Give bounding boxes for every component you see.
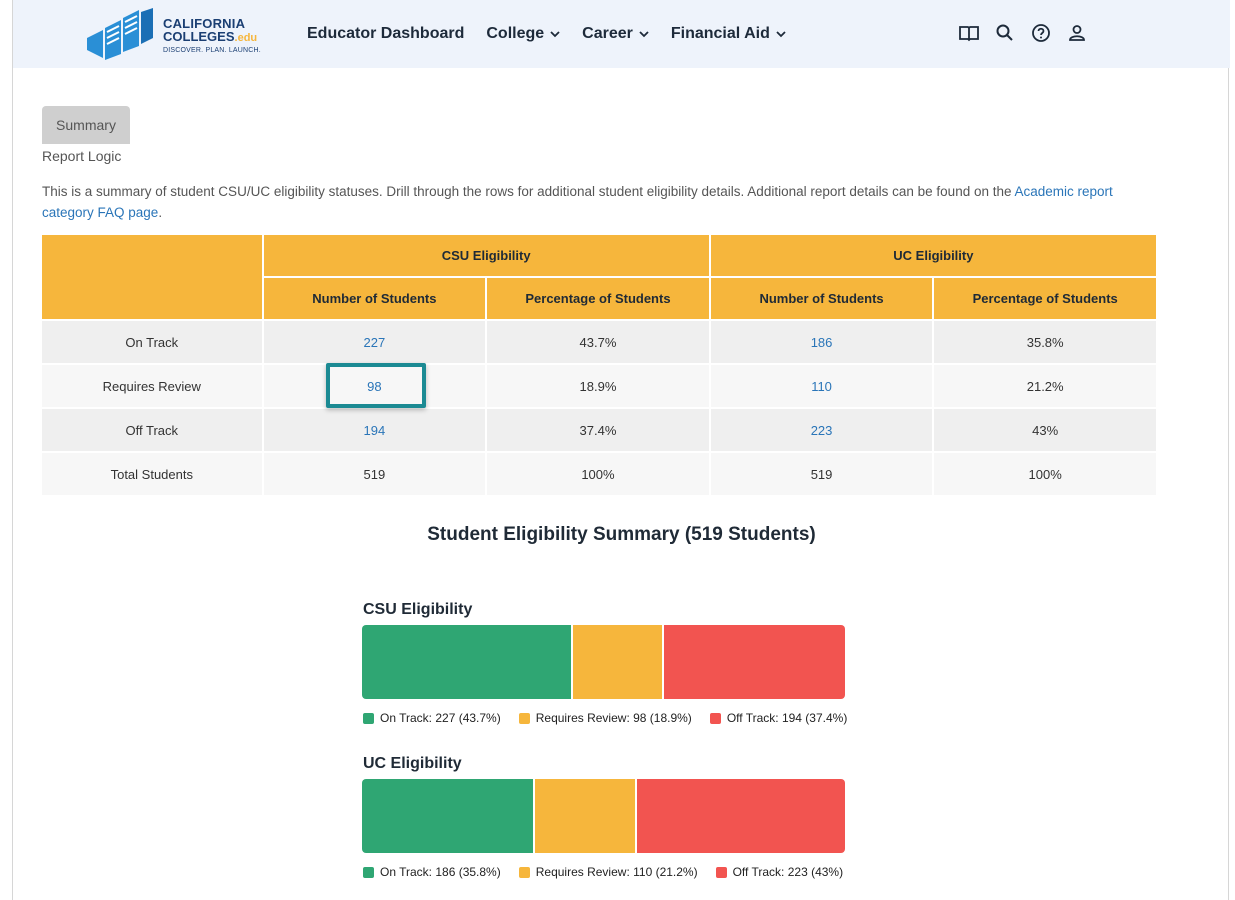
description-text: This is a summary of student CSU/UC elig… [42, 184, 1015, 199]
chevron-down-icon [639, 31, 649, 38]
nav-career[interactable]: Career [582, 25, 649, 43]
requires-review-swatch [518, 712, 530, 724]
header-csu-percentage: Percentage of Students [485, 276, 711, 321]
search-icon[interactable] [994, 22, 1016, 44]
legend-label: On Track: 227 (43.7%) [380, 711, 501, 725]
uc-count-link[interactable]: 223 [708, 407, 935, 453]
header-icons [958, 22, 1102, 44]
csu-count-link[interactable]: 98 [261, 363, 488, 409]
csu-count-link[interactable]: 227 [261, 319, 488, 365]
legend-label: Requires Review: 110 (21.2%) [535, 865, 698, 879]
uc-chart-title: UC Eligibility [363, 755, 462, 772]
table-row[interactable]: On Track 227 43.7% 186 35.8% [40, 319, 1158, 365]
table-row-total: Total Students 519 100% 519 100% [40, 451, 1158, 497]
table-row[interactable]: Off Track 194 37.4% 223 43% [40, 407, 1158, 453]
logo-mark-icon [87, 8, 153, 60]
uc-percentage: 43% [932, 407, 1158, 453]
csu-chart-title: CSU Eligibility [363, 601, 473, 618]
csu-total-count: 519 [261, 451, 488, 497]
csu-percentage: 43.7% [485, 319, 711, 365]
legend-label: Requires Review: 98 (18.9%) [535, 711, 692, 725]
on-track-swatch [363, 712, 374, 724]
legend-label: Off Track: 223 (43%) [732, 865, 844, 879]
logo-text: CALIFORNIA COLLEGES.edu DISCOVER. PLAN. … [163, 17, 261, 54]
legend-item-on-track: On Track: 227 (43.7%) [363, 711, 501, 725]
chart-title: Student Eligibility Summary (519 Student… [427, 524, 816, 545]
requires-review-swatch [518, 866, 530, 878]
report-logic-link[interactable]: Report Logic [42, 148, 121, 164]
uc-percentage: 35.8% [932, 319, 1158, 365]
logo-line2-text: COLLEGES [163, 28, 235, 44]
csu-count-link[interactable]: 194 [261, 407, 488, 453]
uc-stacked-bar [362, 779, 845, 853]
uc-bar-off-track[interactable] [637, 779, 845, 853]
help-icon[interactable] [1030, 22, 1052, 44]
off-track-swatch [715, 866, 727, 878]
california-colleges-logo[interactable]: CALIFORNIA COLLEGES.edu DISCOVER. PLAN. … [83, 8, 273, 62]
chevron-down-icon [550, 31, 560, 38]
legend-label: Off Track: 194 (37.4%) [726, 711, 848, 725]
uc-bar-requires-review[interactable] [535, 779, 638, 853]
logo-tagline: DISCOVER. PLAN. LAUNCH. [163, 46, 261, 54]
uc-legend: On Track: 186 (35.8%) Requires Review: 1… [363, 865, 861, 879]
header-uc-percentage: Percentage of Students [932, 276, 1158, 321]
legend-item-requires-review: Requires Review: 110 (21.2%) [518, 865, 698, 879]
csu-legend: On Track: 227 (43.7%) Requires Review: 9… [363, 711, 865, 725]
uc-percentage: 21.2% [932, 363, 1158, 409]
uc-total-count: 519 [708, 451, 935, 497]
on-track-swatch [363, 866, 374, 878]
header-uc-eligibility: UC Eligibility [708, 233, 1159, 278]
header-csu-eligibility: CSU Eligibility [261, 233, 711, 278]
table-header-blank [40, 233, 264, 321]
uc-count-link[interactable]: 186 [708, 319, 935, 365]
top-header: CALIFORNIA COLLEGES.edu DISCOVER. PLAN. … [13, 0, 1230, 68]
uc-total-percentage: 100% [932, 451, 1158, 497]
nav-label: Career [582, 25, 633, 42]
nav-educator-dashboard[interactable]: Educator Dashboard [307, 25, 464, 43]
csu-stacked-bar [362, 625, 845, 699]
csu-bar-off-track[interactable] [664, 625, 845, 699]
row-label: Off Track [40, 407, 264, 453]
uc-bar-on-track[interactable] [362, 779, 536, 853]
eligibility-table: CSU Eligibility UC Eligibility Number of… [40, 233, 1159, 497]
logo-line2: COLLEGES.edu [163, 30, 261, 44]
main-nav: Educator Dashboard College Career Financ… [307, 0, 808, 68]
off-track-swatch [709, 712, 721, 724]
nav-college[interactable]: College [486, 25, 560, 43]
csu-percentage: 18.9% [485, 363, 711, 409]
row-label: Requires Review [40, 363, 264, 409]
uc-count-link[interactable]: 110 [708, 363, 935, 409]
logo-edu: .edu [234, 31, 258, 44]
report-description: This is a summary of student CSU/UC elig… [42, 181, 1132, 223]
legend-item-requires-review: Requires Review: 98 (18.9%) [518, 711, 692, 725]
header-uc-number: Number of Students [708, 276, 935, 321]
nav-label: Financial Aid [670, 25, 770, 42]
book-icon[interactable] [958, 22, 980, 44]
row-label: On Track [40, 319, 264, 365]
row-label: Total Students [40, 451, 264, 497]
legend-label: On Track: 186 (35.8%) [380, 865, 501, 879]
user-icon[interactable] [1066, 22, 1088, 44]
nav-financial-aid[interactable]: Financial Aid [671, 25, 786, 43]
description-end: . [158, 205, 163, 220]
nav-label: College [486, 25, 545, 42]
tab-summary[interactable]: Summary [42, 106, 130, 144]
csu-total-percentage: 100% [485, 451, 711, 497]
header-csu-number: Number of Students [261, 276, 488, 321]
csu-bar-on-track[interactable] [362, 625, 574, 699]
app-frame: CALIFORNIA COLLEGES.edu DISCOVER. PLAN. … [12, 0, 1230, 900]
legend-item-off-track: Off Track: 223 (43%) [715, 865, 844, 879]
csu-bar-requires-review[interactable] [573, 625, 665, 699]
table-row[interactable]: Requires Review 98 18.9% 110 21.2% [40, 363, 1158, 409]
chevron-down-icon [776, 31, 786, 38]
legend-item-on-track: On Track: 186 (35.8%) [363, 865, 501, 879]
nav-label: Educator Dashboard [307, 25, 465, 42]
csu-percentage: 37.4% [485, 407, 711, 453]
table-group-header-row: CSU Eligibility UC Eligibility [40, 233, 1159, 321]
legend-item-off-track: Off Track: 194 (37.4%) [709, 711, 848, 725]
